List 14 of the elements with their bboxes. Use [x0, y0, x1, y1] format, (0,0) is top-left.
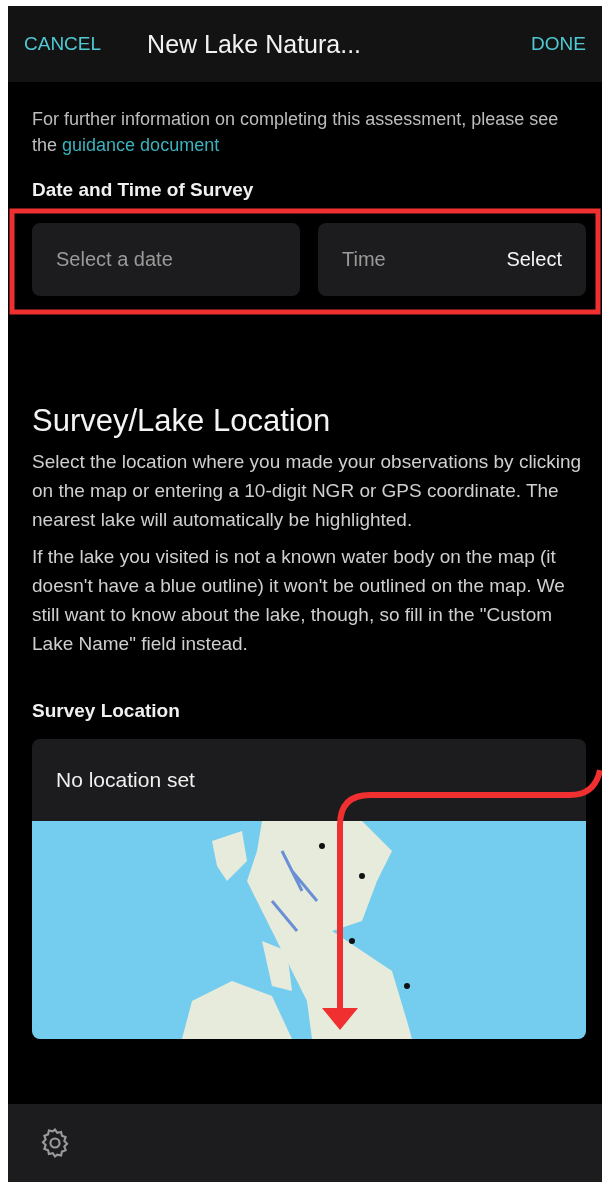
- select-button[interactable]: Select: [506, 248, 562, 271]
- section-label: Date and Time of Survey: [32, 179, 255, 201]
- guidance-link[interactable]: guidance document: [62, 135, 220, 155]
- date-field[interactable]: Select a date: [32, 223, 300, 296]
- section-label: Survey Location: [32, 700, 181, 722]
- section-heading: Survey/Lake Location: [32, 403, 332, 439]
- done-button[interactable]: DONE: [531, 33, 586, 55]
- instruction-text: If the lake you visited is not a known water body on the map (it doesn't have a blue outline) it won't be outlined on the map. We still want to know about the lake, though, so fill in the "Custom Lake Name" field instead.: [32, 545, 566, 656]
- cancel-button[interactable]: CANCEL: [24, 33, 102, 55]
- location-status: No location set: [56, 768, 195, 792]
- time-field[interactable]: Time Select: [318, 223, 586, 296]
- screen-title: New Lake Natura...: [147, 29, 363, 59]
- intro-text: For further information on completing this assessment, please see the guidance document: [32, 108, 560, 157]
- instruction-text: Select the location where you made your observations by clicking on the map or entering a 10-digit NGR or GPS coordinate. The nearest lake will automatically be highlighted.: [32, 450, 583, 532]
